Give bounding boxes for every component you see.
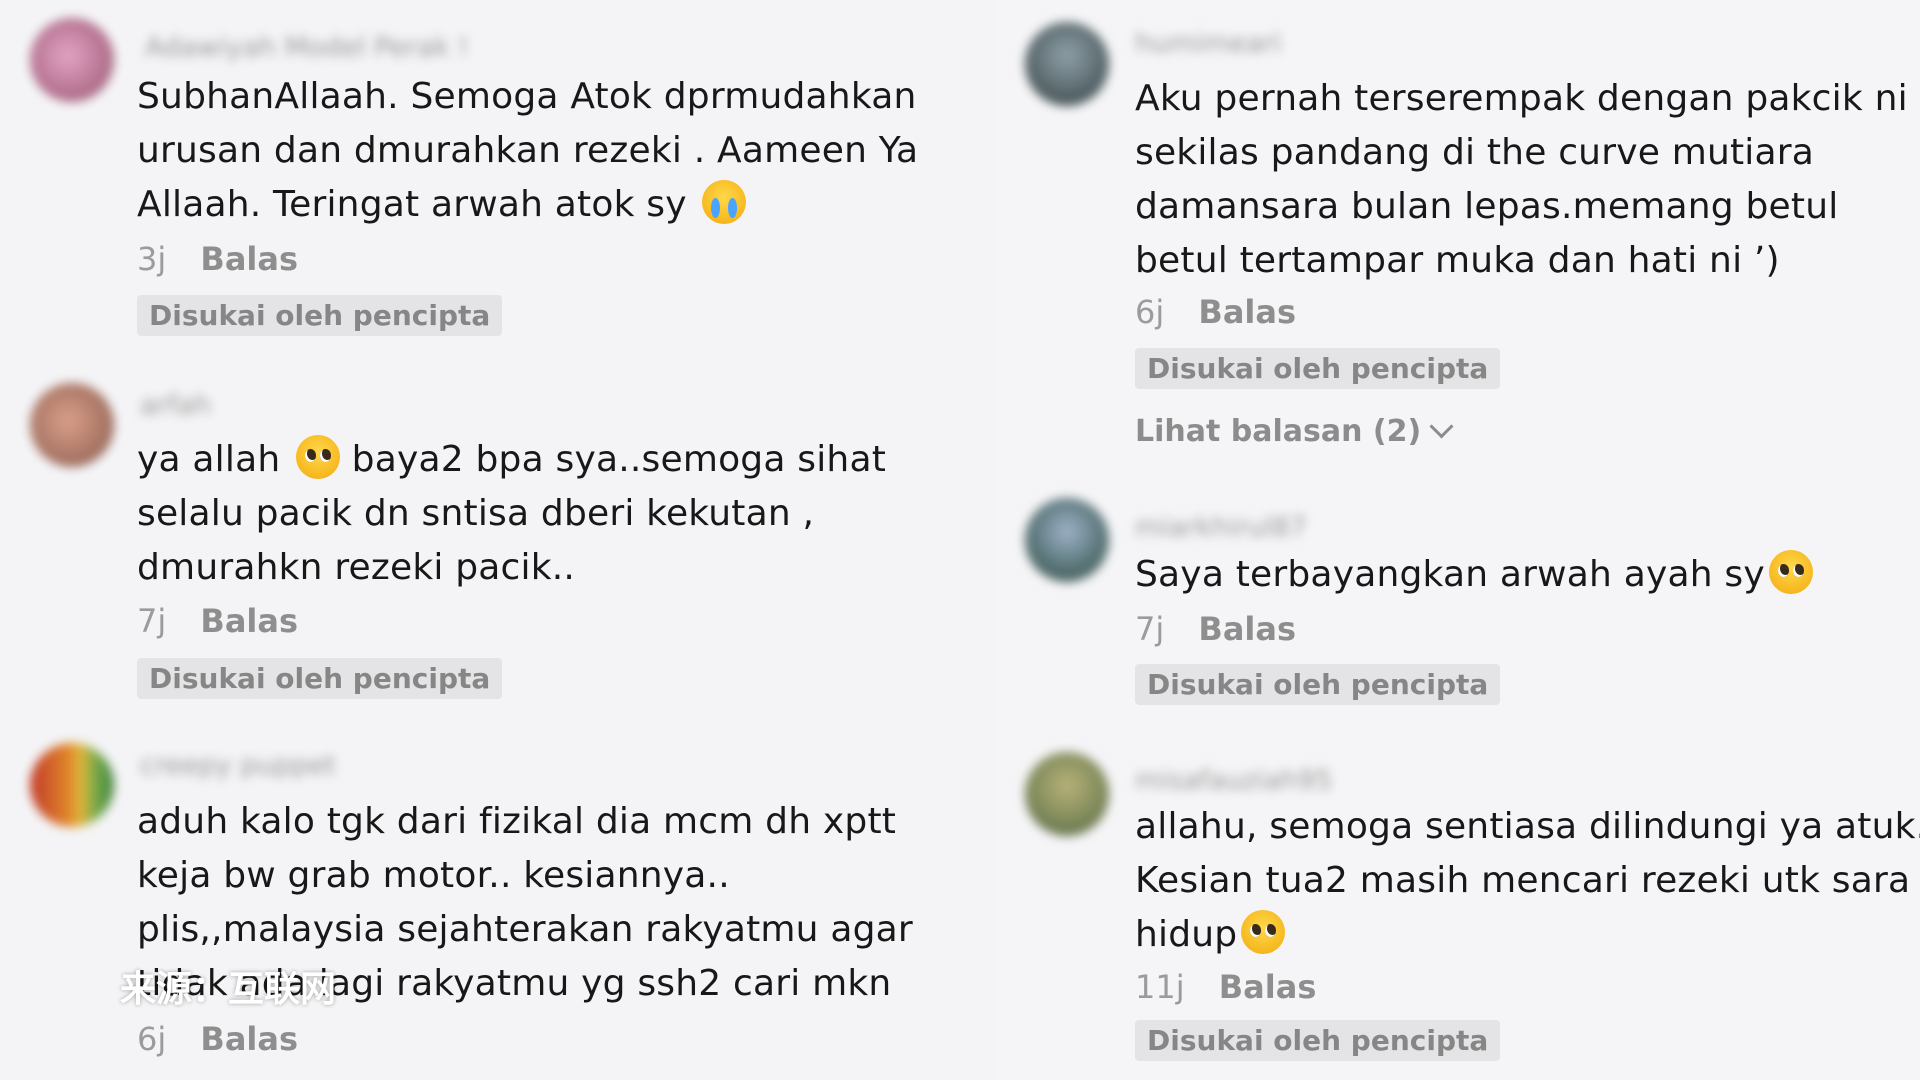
reply-button[interactable]: Balas <box>200 240 298 278</box>
avatar[interactable] <box>1025 752 1109 836</box>
comment-username[interactable]: miarkhirul87 <box>1135 512 1307 543</box>
comment-meta: 7j Balas <box>1135 610 1296 648</box>
comment-timestamp: 3j <box>137 240 167 278</box>
comment-username[interactable]: arfah <box>140 390 211 421</box>
comment-timestamp: 7j <box>1135 610 1165 648</box>
comment-text-line: hidup <box>1135 908 1920 962</box>
avatar[interactable] <box>30 18 114 102</box>
comment-meta: 11j Balas <box>1135 968 1316 1006</box>
comment-username[interactable]: humimeari <box>1135 28 1281 59</box>
comment-text-line: selalu pacik dn sntisa dberi kekutan , <box>137 493 815 534</box>
comment-meta: 6j Balas <box>1135 293 1296 331</box>
liked-by-creator-badge: Disukai oleh pencipta <box>1135 664 1501 705</box>
comment-text-line: aduh kalo tgk dari fizikal dia mcm dh xp… <box>137 801 897 842</box>
comment-text-line: betul tertampar muka dan hati ni ’) <box>1135 240 1780 281</box>
comment-timestamp: 6j <box>1135 293 1165 331</box>
left-comments-panel: Adawiyah Model Perak ! SubhanAllaah. Sem… <box>0 0 995 1080</box>
comment-text-line: allahu, semoga sentiasa dilindungi ya at… <box>1135 806 1920 847</box>
comment-text: Aku pernah terserempak dengan pakcik ni … <box>1135 72 1908 288</box>
comment-text-line: Aku pernah terserempak dengan pakcik ni <box>1135 78 1908 119</box>
comment-username[interactable]: creepy puppet <box>140 750 336 781</box>
comment-timestamp: 7j <box>137 602 167 640</box>
comment-text: Saya terbayangkan arwah ayah sy <box>1135 548 1813 602</box>
comment-text-line: keja bw grab motor.. kesiannya.. <box>137 855 730 896</box>
comment-text-line: plis,,malaysia sejahterakan rakyatmu aga… <box>137 909 913 950</box>
avatar[interactable] <box>30 743 114 827</box>
liked-by-creator-badge: Disukai oleh pencipta <box>1135 1020 1501 1061</box>
avatar[interactable] <box>1025 498 1109 582</box>
comment-meta: 7j Balas <box>137 602 298 640</box>
avatar[interactable] <box>1025 22 1109 106</box>
liked-by-creator-badge: Disukai oleh pencipta <box>137 658 503 699</box>
pleading-face-emoji <box>296 435 341 479</box>
liked-by-creator-badge: Disukai oleh pencipta <box>137 295 503 336</box>
reply-button[interactable]: Balas <box>1219 968 1317 1006</box>
comment-text-line: dmurahkn rezeki pacik.. <box>137 547 576 588</box>
comment-text-line: urusan dan dmurahkan rezeki . Aameen Ya <box>137 130 919 171</box>
pleading-face-emoji <box>1768 550 1813 594</box>
liked-by-creator-badge: Disukai oleh pencipta <box>1135 348 1501 389</box>
crying-face-emoji <box>702 180 747 224</box>
pleading-face-emoji <box>1241 910 1286 954</box>
comment-text-line: ya allah baya2 bpa sya..semoga sihat <box>137 433 886 487</box>
chevron-down-icon <box>1429 414 1454 439</box>
comment-text-line: Kesian tua2 masih mencari rezeki utk sar… <box>1135 860 1911 901</box>
comment-text: allahu, semoga sentiasa dilindungi ya at… <box>1135 800 1920 962</box>
avatar[interactable] <box>30 383 114 467</box>
reply-button[interactable]: Balas <box>200 1020 298 1058</box>
comment-timestamp: 6j <box>137 1020 167 1058</box>
reply-button[interactable]: Balas <box>1198 610 1296 648</box>
comment-text: ya allah baya2 bpa sya..semoga sihat sel… <box>137 433 886 595</box>
comment-text-line: Saya terbayangkan arwah ayah sy <box>1135 548 1813 602</box>
comment-text-line: damansara bulan lepas.memang betul <box>1135 186 1839 227</box>
right-comments-panel: humimeari Aku pernah terserempak dengan … <box>995 0 1920 1080</box>
comment-meta: 3j Balas <box>137 240 298 278</box>
comment-text-line: sekilas pandang di the curve mutiara <box>1135 132 1815 173</box>
view-replies-button[interactable]: Lihat balasan (2) <box>1135 414 1454 449</box>
comment-text-line: Allaah. Teringat arwah atok sy <box>137 178 918 232</box>
comment-username[interactable]: Adawiyah Model Perak ! <box>145 32 469 63</box>
comment-meta: 6j Balas <box>137 1020 298 1058</box>
comment-username[interactable]: misafauziah95 <box>1135 765 1332 796</box>
comment-timestamp: 11j <box>1135 968 1185 1006</box>
source-watermark: 来源：互联网 <box>120 969 337 1010</box>
reply-button[interactable]: Balas <box>200 602 298 640</box>
comment-text: SubhanAllaah. Semoga Atok dprmudahkan ur… <box>137 70 918 232</box>
reply-button[interactable]: Balas <box>1198 293 1296 331</box>
comment-text-line: SubhanAllaah. Semoga Atok dprmudahkan <box>137 76 917 117</box>
